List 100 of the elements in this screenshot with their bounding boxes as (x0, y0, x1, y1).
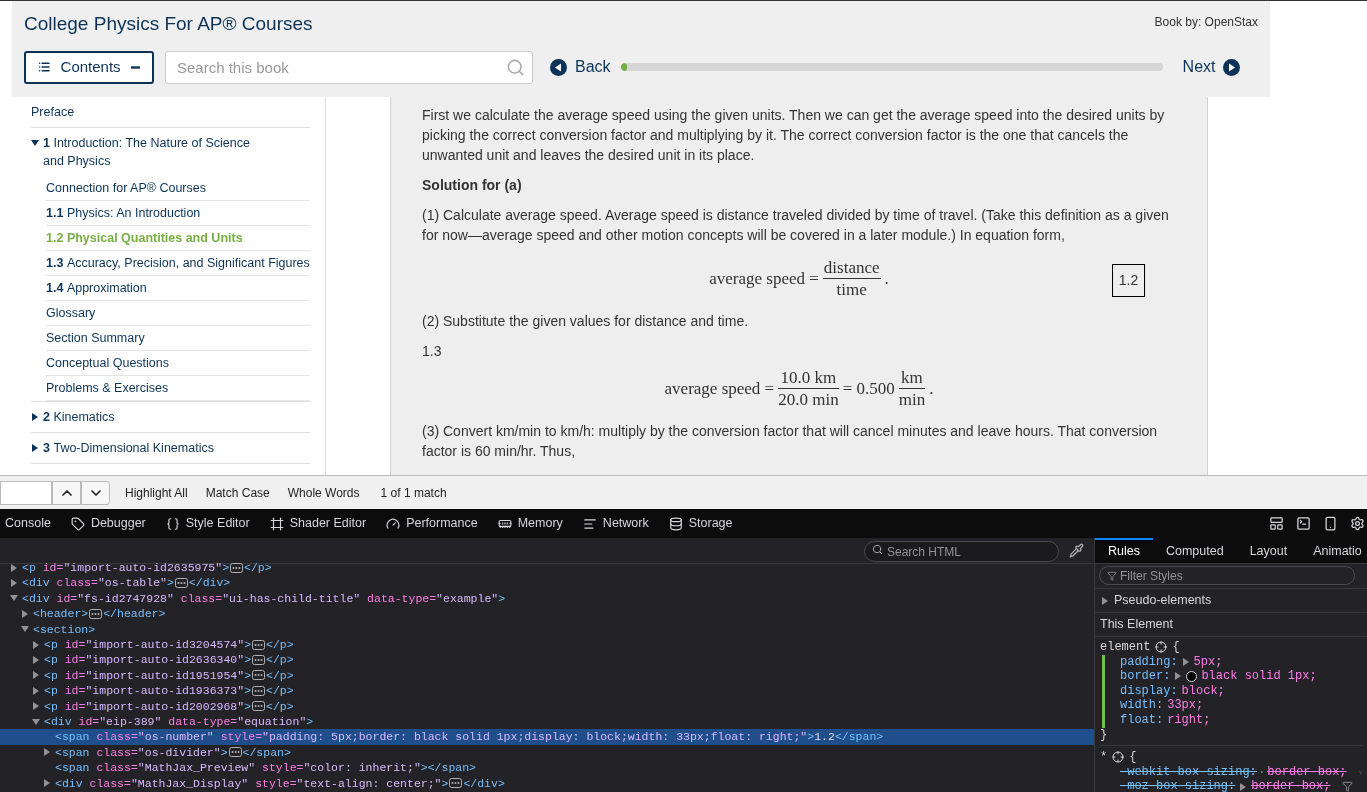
devtools-tab[interactable]: Style Editor (155, 509, 260, 538)
devtools-tab[interactable]: Debugger (60, 509, 156, 538)
css-value[interactable]: border-box; (1251, 779, 1331, 792)
css-property[interactable]: float: (1120, 712, 1164, 728)
ellipsis-icon[interactable] (252, 701, 266, 712)
markup-node[interactable]: <span class="MathJax_Preview" style="color: inherit;"></span> (0, 760, 1094, 776)
toc-link[interactable]: Preface (31, 102, 75, 121)
closing-tag: </p> (266, 697, 294, 715)
markup-node[interactable]: <div id="eip-389" data-type="equation"> (0, 713, 1094, 730)
toc-link[interactable]: 1 Introduction: The Nature of Science and Physics (43, 133, 268, 170)
devtools-tab[interactable]: Shader Editor (259, 509, 377, 538)
css-value[interactable]: block; (1181, 683, 1225, 699)
expand-icon[interactable] (43, 748, 51, 757)
toc-link[interactable]: 1.4 Approximation (46, 278, 147, 297)
css-property[interactable]: display: (1120, 683, 1178, 699)
css-value[interactable]: 33px; (1167, 698, 1204, 713)
toc-link[interactable]: Section Summary (46, 328, 145, 347)
expand-icon[interactable] (1239, 782, 1248, 791)
next-match-button[interactable] (81, 480, 110, 505)
markup-node[interactable]: <section> (0, 621, 1094, 637)
markup-node[interactable]: <span class="os-number" style="padding: 5px;border: black solid 1px;display: block;width: 33px;float: right;">1.2</span> (0, 729, 1094, 745)
css-property[interactable]: padding: (1120, 654, 1178, 670)
css-property[interactable]: -moz-box-sizing: (1120, 779, 1236, 792)
css-value[interactable]: border-box; (1267, 764, 1347, 780)
paragraph: (1) Calculate average speed. Average speed is distance traveled divided by time of travel. (Take this definition as a given for now—average speed and other motion concepts will be covered in a later module.) In equation form, (422, 205, 1170, 245)
devtools-tab[interactable]: Storage (658, 509, 743, 538)
search-html-field[interactable]: Search HTML (864, 541, 1059, 562)
sidebar-tab[interactable]: Rules (1095, 538, 1153, 563)
devtools-tab[interactable]: Network (572, 509, 659, 538)
markup-node[interactable]: <p id="import-auto-id3204574"> </p> (0, 636, 1094, 653)
previous-match-button[interactable] (52, 480, 81, 505)
phone-icon[interactable] (1323, 516, 1338, 531)
ellipsis-icon[interactable] (252, 685, 266, 696)
expand-icon[interactable] (21, 609, 29, 618)
expand-icon[interactable] (31, 443, 39, 452)
markup-node[interactable]: <div class="os-table"> </div> (0, 575, 1094, 591)
toc-link[interactable]: 2 Kinematics (43, 407, 115, 426)
toc-link[interactable]: Connection for AP® Courses (46, 178, 206, 197)
markup-node[interactable]: <header> </header> (0, 606, 1094, 622)
sidebar-tab[interactable]: Animatio (1300, 538, 1367, 563)
collapse-icon[interactable] (10, 594, 18, 603)
markup-node[interactable]: <div class="MathJax_Display" style="text-align: center;"> </div> (0, 775, 1094, 791)
collapse-icon[interactable] (32, 717, 40, 726)
markup-node[interactable]: <p id="import-auto-id2636340"> </p> (0, 652, 1094, 668)
css-value[interactable]: 5px; (1193, 654, 1223, 670)
ellipsis-icon[interactable] (174, 578, 188, 589)
filter-styles-field[interactable]: Filter Styles (1099, 566, 1355, 586)
eyedropper-icon[interactable] (1069, 543, 1084, 558)
crosshair-icon[interactable] (1155, 641, 1168, 654)
markup-node[interactable]: <p id="import-auto-id2002968"> </p> (0, 698, 1094, 714)
find-option[interactable]: Match Case (205, 483, 270, 502)
filter-icon[interactable] (1342, 781, 1354, 792)
sidebar-tab[interactable]: Computed (1152, 538, 1237, 563)
ellipsis-icon[interactable] (449, 778, 463, 789)
ellipsis-icon[interactable] (230, 562, 244, 573)
css-property[interactable]: -webkit-box-sizing: (1120, 764, 1257, 780)
css-value[interactable]: black solid 1px; (1201, 669, 1317, 684)
ellipsis-icon[interactable] (89, 608, 103, 619)
markup-node[interactable]: <p id="import-auto-id1936373"> </p> (0, 683, 1094, 699)
find-option[interactable]: Highlight All (125, 483, 188, 502)
sidebar-tab[interactable]: Layout (1236, 538, 1301, 563)
css-value[interactable]: right; (1167, 712, 1211, 728)
ellipsis-icon[interactable] (252, 639, 266, 650)
ellipsis-icon[interactable] (252, 670, 266, 681)
css-property[interactable]: width: (1120, 698, 1164, 713)
ellipsis-icon[interactable] (228, 747, 242, 758)
toc-link[interactable]: 3 Two-Dimensional Kinematics (43, 438, 214, 457)
markup-node[interactable]: <span class="os-divider"> </span> (0, 744, 1094, 761)
find-option[interactable]: Whole Words (287, 483, 360, 502)
dock-layout-icon[interactable] (1269, 516, 1284, 531)
toc-link[interactable]: Glossary (46, 303, 96, 322)
toc-link[interactable]: 1.3 Accuracy, Precision, and Significant Figures (46, 253, 310, 272)
color-swatch[interactable] (1186, 671, 1198, 682)
next-button[interactable]: Next (1182, 55, 1241, 79)
markup-node[interactable]: <p id="import-auto-id2635975"> </p> (0, 560, 1094, 576)
devtools-tab[interactable]: Console (0, 509, 61, 538)
equation-label: 1.3 (422, 341, 443, 361)
toc-link[interactable]: Problems & Exercises (46, 378, 169, 397)
devtools-tab[interactable]: Performance (376, 509, 488, 538)
contents-button[interactable]: Contents (24, 50, 154, 84)
markup-node[interactable]: <p id="import-auto-id1951954"> </p> (0, 667, 1094, 684)
collapse-icon[interactable] (21, 625, 29, 634)
pseudo-elements-toggle[interactable]: Pseudo-elements (1114, 591, 1212, 610)
find-field[interactable] (0, 480, 52, 505)
console-icon[interactable] (1296, 516, 1311, 531)
expand-icon[interactable] (1101, 596, 1109, 605)
ellipsis-icon[interactable] (252, 655, 266, 666)
toc-link[interactable]: Conceptual Questions (46, 353, 169, 372)
markup-node[interactable]: <div id="fs-id2747928" class="ui-has-child-title" data-type="example"> (0, 590, 1094, 607)
expand-icon[interactable] (31, 412, 39, 421)
search-field[interactable]: Search this book (165, 50, 533, 84)
devtools-tab[interactable]: Memory (487, 509, 573, 538)
math-text: average speed = (664, 377, 775, 400)
collapse-icon[interactable] (31, 138, 39, 147)
settings-icon[interactable] (1350, 516, 1365, 531)
expand-icon[interactable] (43, 779, 51, 788)
crosshair-icon[interactable] (1112, 751, 1125, 764)
back-button[interactable]: Back (550, 55, 611, 79)
toc-link[interactable]: 1.1 Physics: An Introduction (46, 203, 201, 222)
css-property[interactable]: border: (1120, 669, 1171, 684)
